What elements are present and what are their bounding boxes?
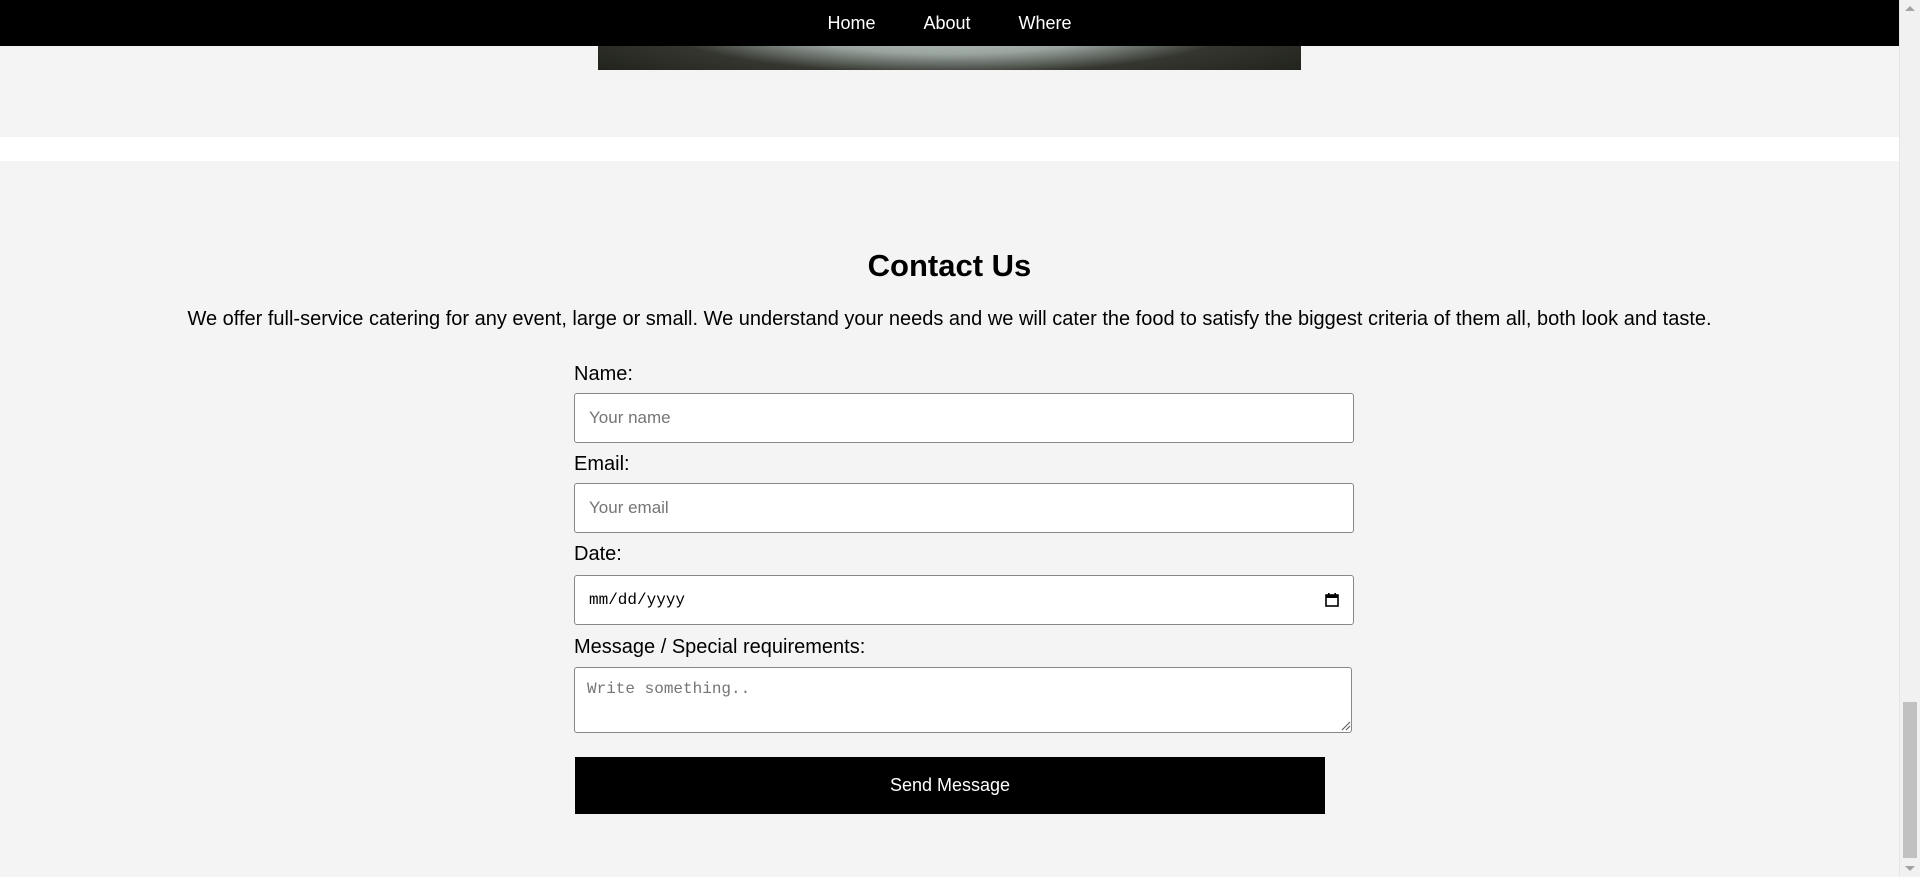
message-label: Message / Special requirements: <box>574 636 866 658</box>
page: Home About Where Contact Us We offer ful… <box>0 0 1920 877</box>
message-textarea[interactable] <box>574 667 1352 733</box>
calendar-icon[interactable] <box>1325 593 1339 607</box>
date-label: Date: <box>574 543 622 565</box>
top-navigation: Home About Where <box>0 0 1899 46</box>
send-message-button[interactable]: Send Message <box>575 757 1325 814</box>
scroll-down-icon[interactable] <box>1905 866 1915 871</box>
nav-link-about[interactable]: About <box>899 0 994 46</box>
nav-link-home[interactable]: Home <box>803 0 899 46</box>
date-value: mm/dd/yyyy <box>589 591 686 609</box>
email-label: Email: <box>574 453 630 475</box>
scrollbar-thumb[interactable] <box>1903 702 1917 858</box>
contact-section: Contact Us We offer full-service caterin… <box>0 161 1899 877</box>
email-input[interactable] <box>574 483 1354 533</box>
hero-image-bottom <box>598 46 1301 70</box>
resize-grip-icon[interactable] <box>1339 718 1351 731</box>
name-label: Name: <box>574 363 633 385</box>
vertical-scrollbar[interactable] <box>1899 0 1920 877</box>
contact-title: Contact Us <box>867 248 1032 283</box>
contact-intro: We offer full-service catering for any e… <box>187 308 1712 330</box>
nav-link-where[interactable]: Where <box>995 0 1096 46</box>
section-divider <box>0 137 1899 161</box>
scroll-up-icon[interactable] <box>1905 6 1915 11</box>
date-input[interactable]: mm/dd/yyyy <box>574 575 1354 625</box>
name-input[interactable] <box>574 393 1354 443</box>
